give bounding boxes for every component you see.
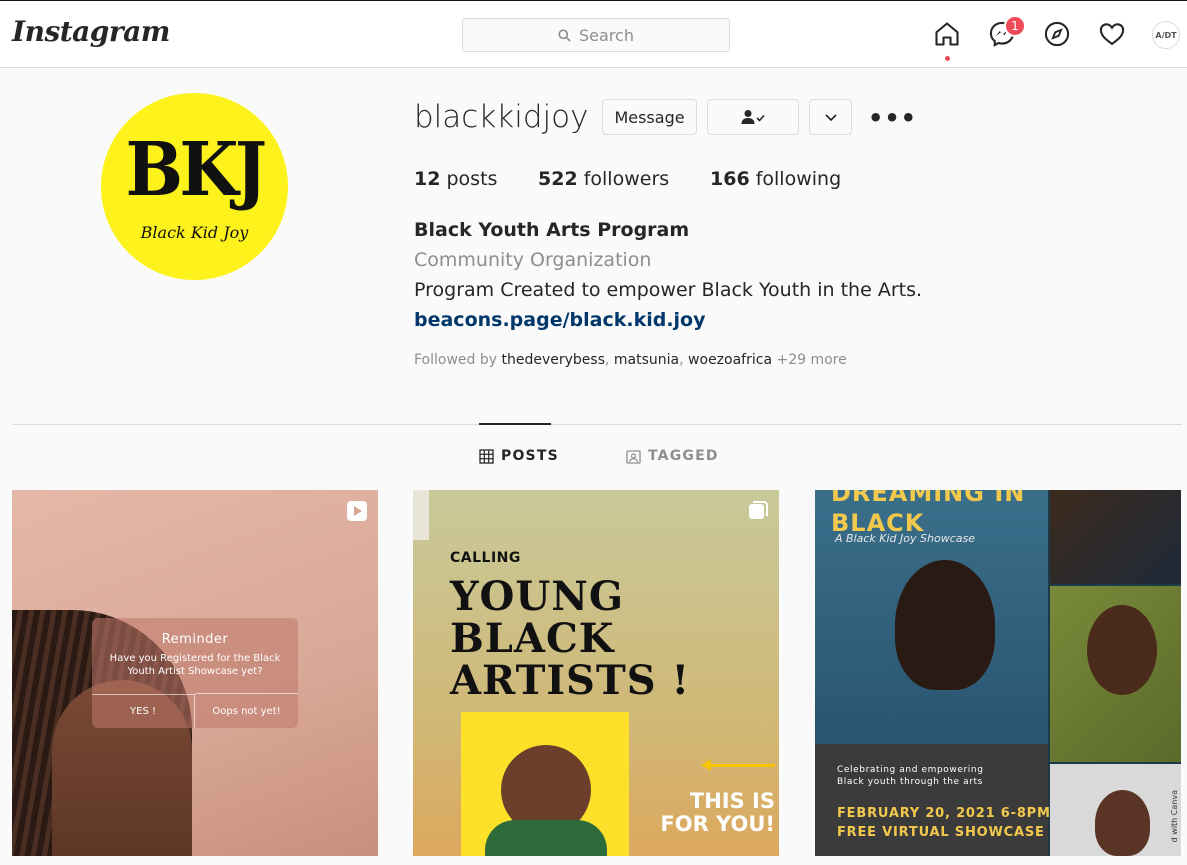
nav-profile-avatar[interactable]: A/DT [1152,21,1180,49]
bio-full-name: Black Youth Arts Program [414,219,690,241]
followed-by-text[interactable]: Followed by thedeverybess, matsunia, woe… [414,352,847,368]
post-headline: YOUNG BLACK ARTISTS ! [450,573,691,704]
explore-icon[interactable] [1042,19,1072,49]
search-input[interactable]: Search [462,18,730,52]
tagged-icon [626,449,641,464]
avatar-logo-subtitle: Black Kid Joy [140,223,249,242]
profile-username: blackkidjoy [414,99,589,135]
post-subtitle: A Black Kid Joy Showcase [835,532,975,545]
arrow-graphic [701,759,775,771]
bio-description: Program Created to empower Black Youth i… [414,279,923,301]
tab-posts[interactable]: POSTS [479,448,559,464]
messages-badge: 1 [1004,15,1026,37]
following-button[interactable] [707,99,799,135]
followers-count[interactable]: 522 followers [538,168,669,190]
post-date-text: FEBRUARY 20, 2021 6-8PM FREE VIRTUAL SHO… [837,806,1051,840]
tab-tagged-label: TAGGED [648,448,719,464]
post-image-collage-face [1087,605,1157,695]
post-image-kid-shirt [485,820,607,856]
tabs-divider [12,424,1182,425]
person-check-icon [741,110,765,124]
post-image-collage-face [1095,790,1150,856]
chevron-down-icon [824,114,837,122]
post-cta-text: THIS IS FOR YOU! [660,789,775,836]
canva-watermark: d with Canva [1170,790,1179,843]
message-button[interactable]: Message [602,99,697,135]
home-active-dot [945,56,950,61]
heart-icon[interactable] [1097,19,1127,49]
home-icon[interactable] [932,19,962,49]
bio-website-link[interactable]: beacons.page/black.kid.joy [414,309,706,331]
reminder-title: Reminder [161,632,229,647]
post-thumbnail[interactable]: Reminder Have you Registered for the Bla… [12,490,378,856]
followed-by-user[interactable]: woezoafrica [688,352,772,368]
active-tab-indicator [479,423,551,425]
post-thumbnail[interactable]: CALLING YOUNG BLACK ARTISTS ! THIS IS FO… [413,490,779,856]
post-thumbnail[interactable]: DREAMING IN BLACK A Black Kid Joy Showca… [815,490,1181,856]
post-title: DREAMING IN BLACK [831,490,1026,537]
reminder-no-label: Oops not yet! [195,693,298,728]
tab-posts-label: POSTS [501,448,559,464]
search-icon [558,28,571,42]
video-icon [347,501,367,521]
reminder-yes-label: YES ! [92,694,195,728]
post-image-woman [895,560,995,690]
post-calling-text: CALLING [450,550,521,566]
avatar-logo-letters: BKJ [125,127,268,213]
post-image-collage-1 [1050,490,1181,584]
carousel-icon [749,501,768,519]
followed-by-user[interactable]: matsunia [614,352,679,368]
bio-category: Community Organization [414,249,652,271]
grid-icon [479,448,494,464]
post-image-stripe [413,490,429,540]
search-placeholder: Search [579,25,634,45]
reminder-card: Reminder Have you Registered for the Bla… [92,618,298,728]
suggested-dropdown-button[interactable] [809,99,852,135]
post-celebrating-text: Celebrating and empowering Black youth t… [837,765,984,787]
profile-avatar[interactable]: BKJ Black Kid Joy [101,93,288,280]
followed-by-user[interactable]: thedeverybess [502,352,606,368]
following-count[interactable]: 166 following [710,168,841,190]
posts-count: 12 posts [414,168,498,190]
top-nav-bar: Instagram Search 1 A/DT [0,0,1187,68]
instagram-logo[interactable]: Instagram [12,15,170,48]
reminder-body: Have you Registered for the Black Youth … [109,653,281,677]
more-options-icon[interactable]: ••• [868,104,917,132]
tab-tagged[interactable]: TAGGED [626,448,719,464]
